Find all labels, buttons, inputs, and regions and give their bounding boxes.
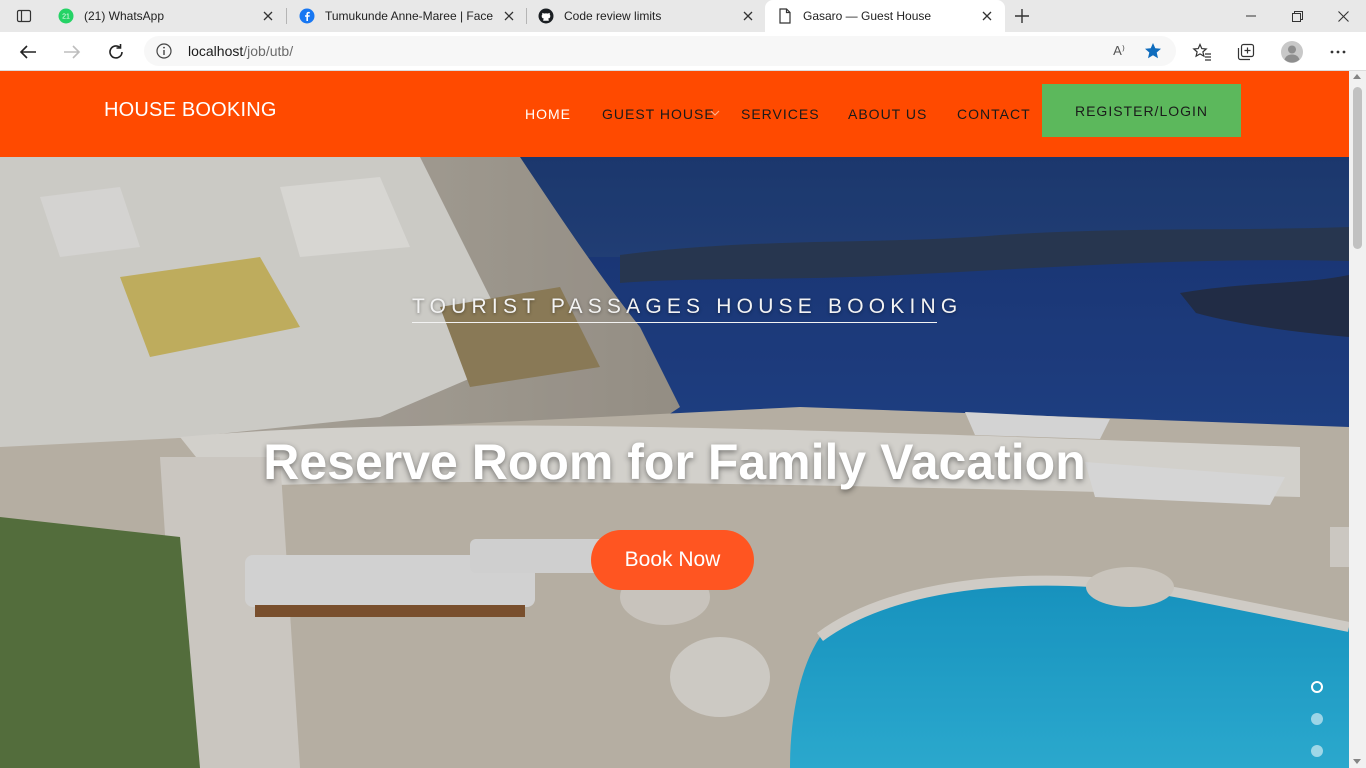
tab-strip: 21 (21) WhatsApp Tumukunde Anne-Maree | …	[0, 0, 1366, 32]
tab-gasaro-active[interactable]: Gasaro — Guest House	[765, 0, 1005, 32]
close-tab-icon[interactable]	[979, 8, 995, 24]
more-menu-button[interactable]	[1322, 36, 1354, 68]
book-now-button[interactable]: Book Now	[591, 530, 754, 590]
tab-actions-icon	[16, 9, 32, 23]
arrow-right-icon	[64, 45, 81, 59]
tab-title: Code review limits	[564, 9, 662, 23]
close-icon	[1337, 10, 1349, 22]
slider-dot-3[interactable]	[1311, 745, 1323, 757]
read-aloud-icon[interactable]: A⁾	[1108, 41, 1130, 61]
page-icon	[777, 8, 793, 24]
register-login-button[interactable]: REGISTER/LOGIN	[1042, 84, 1241, 137]
collections-button[interactable]	[1230, 36, 1262, 68]
hero-eyebrow-text: TOURIST PASSAGES HOUSE BOOKING	[412, 295, 957, 323]
url-path: /job/utb/	[243, 43, 294, 59]
slider-dot-1[interactable]	[1311, 681, 1323, 693]
tab-title: Gasaro — Guest House	[803, 9, 932, 23]
svg-text:21: 21	[62, 14, 70, 21]
new-tab-button[interactable]	[1008, 4, 1036, 28]
tab-github[interactable]: Code review limits	[526, 0, 766, 32]
scroll-down-arrow-icon[interactable]	[1353, 759, 1361, 764]
page-scrollbar[interactable]	[1349, 71, 1366, 768]
profile-button[interactable]	[1276, 36, 1308, 68]
facebook-icon	[299, 8, 315, 24]
hero-title: Reserve Room for Family Vacation	[263, 434, 1086, 490]
avatar-icon	[1281, 41, 1303, 63]
tab-whatsapp[interactable]: 21 (21) WhatsApp	[46, 0, 286, 32]
tab-actions-button[interactable]	[8, 4, 40, 28]
close-tab-icon[interactable]	[501, 8, 517, 24]
whatsapp-icon: 21	[58, 8, 74, 24]
refresh-button[interactable]	[100, 36, 132, 68]
address-url: localhost/job/utb/	[188, 43, 293, 59]
collections-icon	[1237, 43, 1255, 61]
browser-toolbar: localhost/job/utb/ A⁾	[0, 32, 1366, 71]
address-bar[interactable]: localhost/job/utb/ A⁾	[144, 36, 1176, 66]
site-header: HOUSE BOOKING HOME GUEST HOUSE SERVICES …	[0, 71, 1349, 157]
restore-icon	[1291, 10, 1303, 22]
close-window-button[interactable]	[1320, 0, 1366, 32]
favorites-icon	[1192, 43, 1211, 61]
favorite-star-icon[interactable]	[1142, 40, 1164, 62]
restore-button[interactable]	[1274, 0, 1320, 32]
more-icon	[1330, 50, 1346, 54]
close-tab-icon[interactable]	[260, 8, 276, 24]
close-tab-icon[interactable]	[740, 8, 756, 24]
page-viewport: HOUSE BOOKING HOME GUEST HOUSE SERVICES …	[0, 71, 1349, 768]
nav-home[interactable]: HOME	[525, 106, 571, 122]
url-host: localhost	[188, 43, 244, 59]
forward-button[interactable]	[56, 36, 88, 68]
back-button[interactable]	[12, 36, 44, 68]
tab-title: Tumukunde Anne-Maree | Faceb	[325, 9, 493, 23]
nav-contact[interactable]: CONTACT	[957, 106, 1031, 122]
github-icon	[538, 8, 554, 24]
nav-services[interactable]: SERVICES	[741, 106, 820, 122]
chevron-down-icon	[710, 110, 720, 116]
arrow-left-icon	[19, 45, 36, 59]
refresh-icon	[109, 44, 123, 59]
scroll-thumb[interactable]	[1353, 87, 1362, 249]
tab-title: (21) WhatsApp	[84, 9, 165, 23]
site-info-icon[interactable]	[154, 41, 174, 61]
plus-icon	[1015, 9, 1029, 23]
scroll-up-arrow-icon[interactable]	[1353, 74, 1361, 79]
minimize-icon	[1246, 15, 1256, 17]
tab-facebook[interactable]: Tumukunde Anne-Maree | Faceb	[287, 0, 527, 32]
nav-about-us[interactable]: ABOUT US	[848, 106, 927, 122]
nav-guest-house[interactable]: GUEST HOUSE	[602, 106, 715, 122]
slider-dot-2[interactable]	[1311, 713, 1323, 725]
favorites-button[interactable]	[1186, 36, 1218, 68]
minimize-button[interactable]	[1228, 0, 1274, 32]
hero-slider: TOURIST PASSAGES HOUSE BOOKING Reserve R…	[0, 157, 1349, 768]
site-brand[interactable]: HOUSE BOOKING	[104, 99, 277, 122]
